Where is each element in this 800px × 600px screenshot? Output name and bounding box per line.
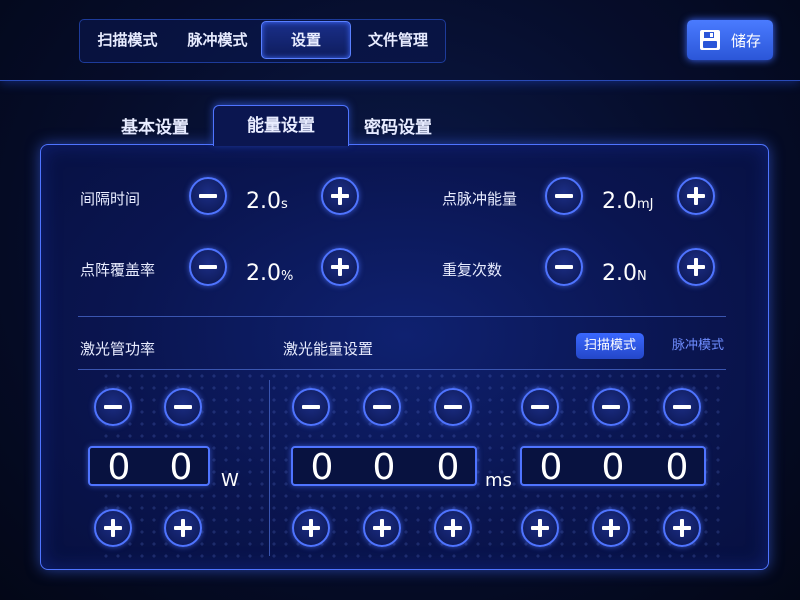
coverage-value: 2.0% (246, 261, 294, 286)
coverage-label: 点阵覆盖率 (80, 261, 156, 279)
power-digit-2: 0 (169, 447, 193, 488)
minus-icon (602, 405, 620, 409)
minus-icon (199, 265, 217, 269)
third-digit-2: 0 (601, 447, 625, 488)
minus-icon (199, 194, 217, 198)
minus-icon (673, 405, 691, 409)
third-digit-2-decrease-button[interactable] (592, 388, 630, 426)
power-unit: W (221, 470, 239, 491)
top-bar: 扫描模式 脉冲模式 设置 文件管理 储存 (0, 0, 800, 81)
minus-icon (302, 405, 320, 409)
repeat-decrease-button[interactable] (545, 248, 583, 286)
minus-icon (373, 405, 391, 409)
minus-icon (444, 405, 462, 409)
tab-password-settings[interactable]: 密码设置 (348, 113, 448, 138)
third-digit-2-increase-button[interactable] (592, 509, 630, 547)
third-digit-1-increase-button[interactable] (521, 509, 559, 547)
repeat-unit: N (637, 269, 647, 284)
repeat-value: 2.0N (602, 261, 647, 286)
coverage-increase-button[interactable] (321, 248, 359, 286)
minus-icon (555, 194, 573, 198)
interval-increase-button[interactable] (321, 177, 359, 215)
coverage-decrease-button[interactable] (189, 248, 227, 286)
nav-file-management[interactable]: 文件管理 (351, 20, 445, 60)
repeat-increase-button[interactable] (677, 248, 715, 286)
third-digit-3-increase-button[interactable] (663, 509, 701, 547)
interval-label: 间隔时间 (80, 190, 141, 208)
interval-decrease-button[interactable] (189, 177, 227, 215)
ms-digit-1: 0 (310, 447, 334, 488)
minus-icon (104, 405, 122, 409)
minus-icon (555, 265, 573, 269)
save-button-label: 储存 (731, 32, 762, 50)
ms-digit-display: 0 0 0 (291, 446, 477, 488)
main-nav: 扫描模式 脉冲模式 设置 文件管理 (79, 19, 446, 63)
third-digit-1-decrease-button[interactable] (521, 388, 559, 426)
coverage-unit: % (281, 269, 294, 284)
nav-settings[interactable]: 设置 (261, 21, 351, 59)
minus-icon (531, 405, 549, 409)
power-digit-1-decrease-button[interactable] (94, 388, 132, 426)
power-digit-2-increase-button[interactable] (164, 509, 202, 547)
repeat-label: 重复次数 (442, 261, 503, 279)
ms-digit-3-decrease-button[interactable] (434, 388, 472, 426)
tab-basic-settings[interactable]: 基本设置 (100, 113, 210, 138)
floppy-disk-icon (700, 30, 720, 50)
ms-digit-1-increase-button[interactable] (292, 509, 330, 547)
interval-unit: s (281, 197, 288, 212)
laser-power-label: 激光管功率 (80, 340, 156, 358)
divider (78, 316, 726, 317)
laser-energy-label: 激光能量设置 (283, 340, 374, 358)
third-digit-display: 0 0 0 (520, 446, 706, 488)
dot-energy-unit: mJ (637, 197, 654, 212)
divider (78, 369, 726, 370)
nav-scan-mode[interactable]: 扫描模式 (80, 20, 175, 60)
save-button[interactable]: 储存 (687, 20, 773, 60)
third-digit-1: 0 (539, 447, 563, 488)
ms-digit-1-decrease-button[interactable] (292, 388, 330, 426)
power-digit-1-increase-button[interactable] (94, 509, 132, 547)
dot-energy-increase-button[interactable] (677, 177, 715, 215)
interval-value: 2.0s (246, 189, 288, 214)
power-digit-2-decrease-button[interactable] (164, 388, 202, 426)
ms-digit-2-decrease-button[interactable] (363, 388, 401, 426)
ms-digit-2-increase-button[interactable] (363, 509, 401, 547)
ms-digit-2: 0 (372, 447, 396, 488)
mode-pulse-button[interactable]: 脉冲模式 (664, 333, 732, 359)
dot-energy-label: 点脉冲能量 (442, 190, 518, 208)
dot-energy-value: 2.0mJ (602, 189, 654, 214)
third-digit-3: 0 (665, 447, 689, 488)
minus-icon (174, 405, 192, 409)
power-digit-1: 0 (107, 447, 131, 488)
nav-pulse-mode[interactable]: 脉冲模式 (175, 20, 260, 60)
third-digit-3-decrease-button[interactable] (663, 388, 701, 426)
tab-energy-settings[interactable]: 能量设置 (213, 105, 349, 146)
ms-digit-3-increase-button[interactable] (434, 509, 472, 547)
vertical-divider (269, 380, 270, 556)
mode-scan-button[interactable]: 扫描模式 (576, 333, 644, 359)
dot-energy-decrease-button[interactable] (545, 177, 583, 215)
power-digit-display: 0 0 (88, 446, 210, 488)
ms-digit-3: 0 (436, 447, 460, 488)
ms-unit: ms (485, 470, 512, 491)
